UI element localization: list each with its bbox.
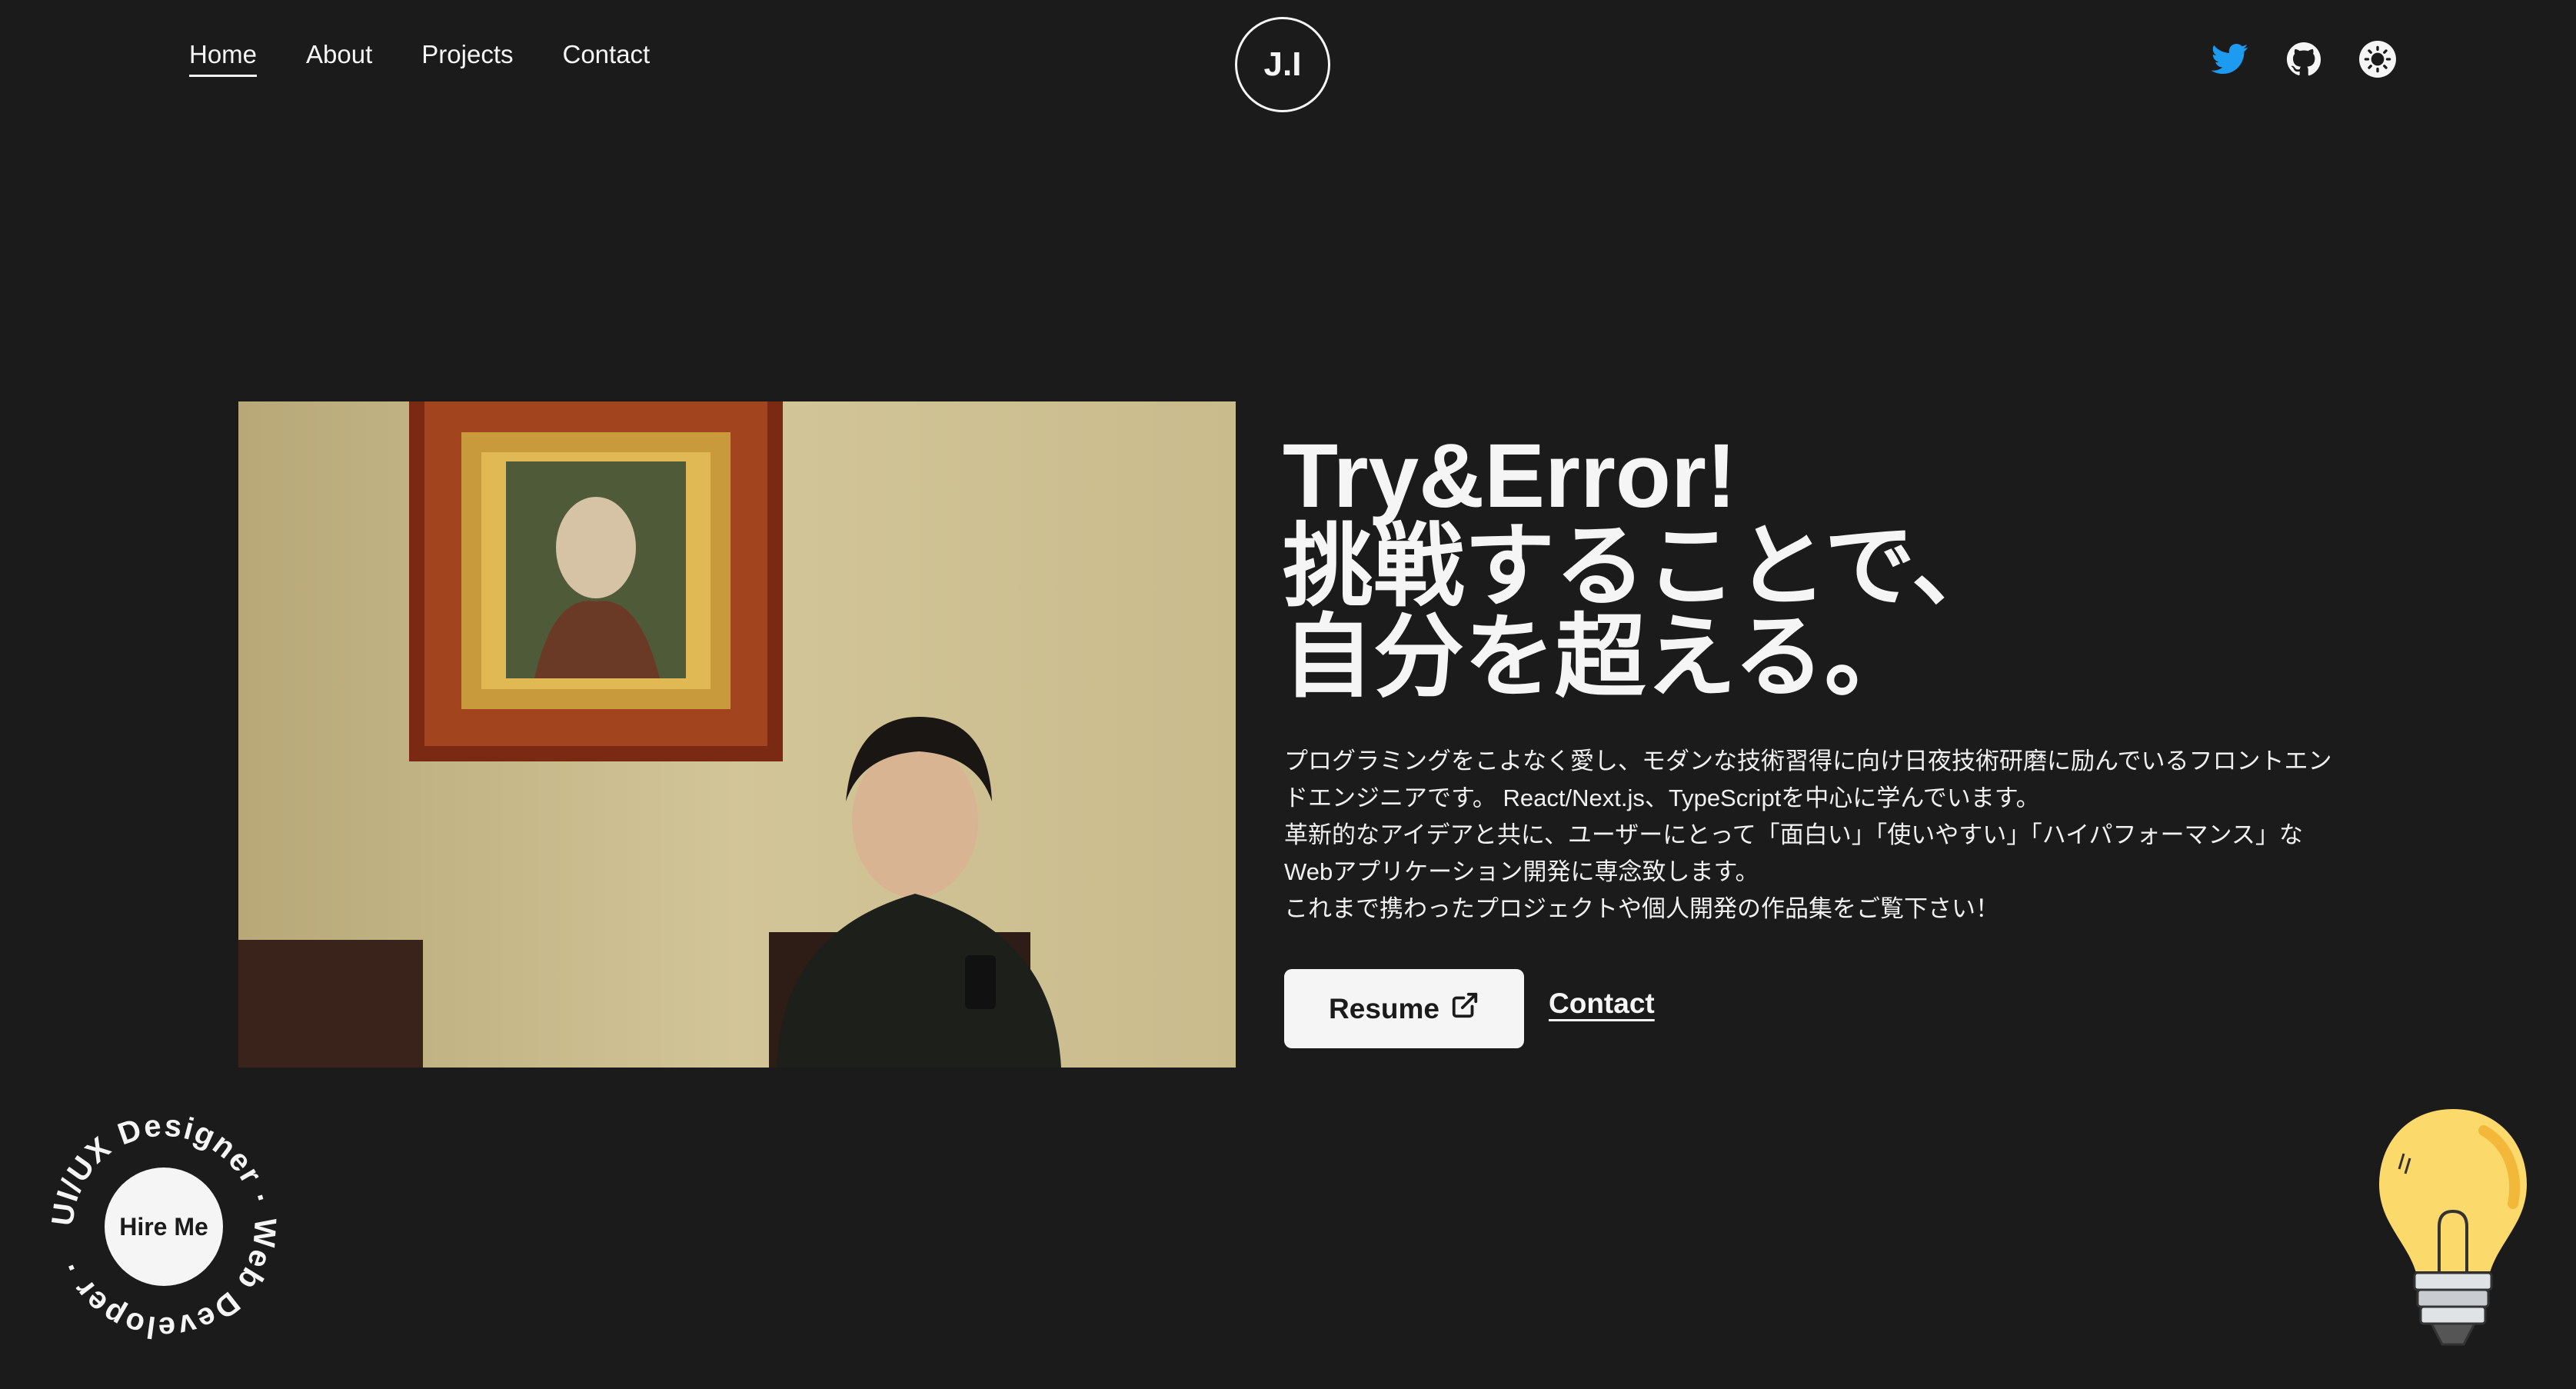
headline-line: 自分を超える。	[1283, 607, 1915, 708]
description-line: Webアプリケーション開発に専念致します。	[1284, 858, 1759, 885]
external-link-icon	[1450, 991, 1479, 1027]
description-line: これまで携わったプロジェクトや個人開発の作品集をご覧下さい！	[1284, 895, 1999, 922]
github-icon[interactable]	[2285, 40, 2323, 78]
theme-toggle-icon[interactable]	[2358, 40, 2397, 78]
resume-button[interactable]: Resume	[1284, 969, 1524, 1048]
hire-me-badge: UI/UX Designer · Web Developer · Hire Me	[45, 1108, 283, 1346]
nav-home-link[interactable]: Home	[189, 40, 258, 77]
hero-description: プログラミングをこよなく愛し、モダンな技術習得に向け日夜技術研磨に励んでいるフロ…	[1284, 743, 2376, 928]
contact-link[interactable]: Contact	[1549, 988, 1655, 1020]
social-links	[2211, 40, 2397, 78]
nav-about-link[interactable]: About	[306, 40, 372, 77]
description-line: 革新的なアイデアと共に、ユーザーにとって「面白い」「使いやすい」「ハイパフォーマ…	[1284, 821, 2303, 848]
headline-line: Try&Error!	[1283, 425, 1737, 527]
headline-line: 挑戦することで、	[1283, 516, 2002, 618]
profile-photo	[238, 401, 1236, 1068]
description-line: ドエンジニアです。 React/Next.js、TypeScriptを中心に学ん…	[1284, 784, 2040, 811]
main-nav: Home About Projects Contact	[189, 40, 650, 77]
resume-button-label: Resume	[1329, 992, 1439, 1024]
hero-headline: Try&Error! 挑戦することで、 自分を超える。	[1283, 431, 2359, 703]
site-logo[interactable]: J.I	[1235, 17, 1330, 112]
twitter-icon[interactable]	[2211, 40, 2249, 78]
nav-contact-link[interactable]: Contact	[563, 40, 651, 77]
light-bulb-icon[interactable]	[2368, 1100, 2538, 1361]
description-line: プログラミングをこよなく愛し、モダンな技術習得に向け日夜技術研磨に励んでいるフロ…	[1284, 748, 2332, 774]
nav-projects-link[interactable]: Projects	[421, 40, 513, 77]
hire-me-button[interactable]: Hire Me	[105, 1167, 223, 1286]
